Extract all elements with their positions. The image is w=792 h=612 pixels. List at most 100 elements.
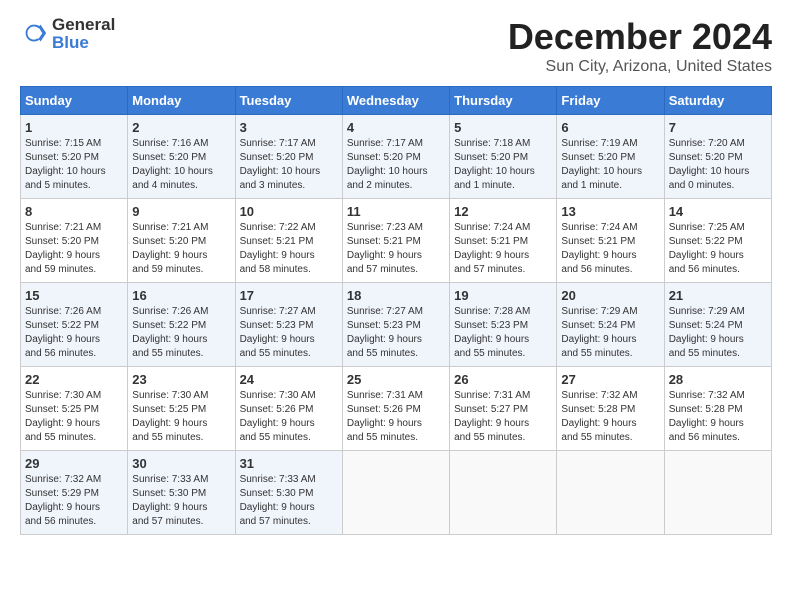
day-info: Sunrise: 7:32 AMSunset: 5:28 PMDaylight:… (561, 390, 637, 443)
header-day: Sunday (21, 87, 128, 115)
calendar-week-row: 1 Sunrise: 7:15 AMSunset: 5:20 PMDaylight… (21, 115, 772, 199)
day-number: 4 (347, 120, 445, 135)
calendar-cell: 7 Sunrise: 7:20 AMSunset: 5:20 PMDaylight… (664, 115, 771, 199)
day-info: Sunrise: 7:20 AMSunset: 5:20 PMDaylight:… (669, 138, 750, 191)
calendar-cell: 13Sunrise: 7:24 AMSunset: 5:21 PMDayligh… (557, 199, 664, 283)
calendar-week-row: 15 Sunrise: 7:26 AMSunset: 5:22 PMDayligh… (21, 283, 772, 367)
calendar-cell: 19Sunrise: 7:28 AMSunset: 5:23 PMDayligh… (450, 283, 557, 367)
day-number: 24 (240, 372, 338, 387)
day-number: 21 (669, 288, 767, 303)
day-info: Sunrise: 7:26 AMSunset: 5:22 PMDaylight:… (132, 306, 208, 359)
calendar-cell: 18 Sunrise: 7:27 AMSunset: 5:23 PMDayligh… (342, 283, 449, 367)
calendar-cell: 24 Sunrise: 7:30 AMSunset: 5:26 PMDayligh… (235, 367, 342, 451)
day-number: 26 (454, 372, 552, 387)
calendar-cell (342, 451, 449, 535)
day-info: Sunrise: 7:23 AMSunset: 5:21 PMDaylight:… (347, 222, 423, 275)
calendar-week-row: 29Sunrise: 7:32 AMSunset: 5:29 PMDayligh… (21, 451, 772, 535)
calendar-week-row: 8Sunrise: 7:21 AMSunset: 5:20 PMDaylight… (21, 199, 772, 283)
day-number: 10 (240, 204, 338, 219)
calendar-cell (557, 451, 664, 535)
day-number: 17 (240, 288, 338, 303)
calendar-cell: 21 Sunrise: 7:29 AMSunset: 5:24 PMDayligh… (664, 283, 771, 367)
header-day: Thursday (450, 87, 557, 115)
title-area: December 2024 Sun City, Arizona, United … (508, 16, 772, 76)
day-info: Sunrise: 7:33 AMSunset: 5:30 PMDaylight:… (132, 474, 208, 527)
day-number: 14 (669, 204, 767, 219)
day-number: 20 (561, 288, 659, 303)
day-number: 6 (561, 120, 659, 135)
day-info: Sunrise: 7:27 AMSunset: 5:23 PMDaylight:… (240, 306, 316, 359)
day-info: Sunrise: 7:15 AMSunset: 5:20 PMDaylight:… (25, 138, 106, 191)
calendar-cell: 17 Sunrise: 7:27 AMSunset: 5:23 PMDayligh… (235, 283, 342, 367)
day-info: Sunrise: 7:32 AMSunset: 5:29 PMDaylight:… (25, 474, 101, 527)
logo-text: General Blue (52, 16, 115, 52)
calendar-cell (664, 451, 771, 535)
day-info: Sunrise: 7:18 AMSunset: 5:20 PMDaylight:… (454, 138, 535, 191)
header-day: Wednesday (342, 87, 449, 115)
logo-blue: Blue (52, 33, 89, 52)
calendar-cell: 28 Sunrise: 7:32 AMSunset: 5:28 PMDayligh… (664, 367, 771, 451)
main-title: December 2024 (508, 16, 772, 58)
header-day: Monday (128, 87, 235, 115)
day-number: 22 (25, 372, 123, 387)
calendar-cell: 1 Sunrise: 7:15 AMSunset: 5:20 PMDaylight… (21, 115, 128, 199)
calendar-cell: 16 Sunrise: 7:26 AMSunset: 5:22 PMDayligh… (128, 283, 235, 367)
day-info: Sunrise: 7:22 AMSunset: 5:21 PMDaylight:… (240, 222, 316, 275)
header-day: Friday (557, 87, 664, 115)
calendar-cell: 2 Sunrise: 7:16 AMSunset: 5:20 PMDaylight… (128, 115, 235, 199)
day-number: 18 (347, 288, 445, 303)
day-info: Sunrise: 7:29 AMSunset: 5:24 PMDaylight:… (561, 306, 637, 359)
day-number: 25 (347, 372, 445, 387)
calendar-cell: 25Sunrise: 7:31 AMSunset: 5:26 PMDayligh… (342, 367, 449, 451)
day-number: 28 (669, 372, 767, 387)
day-number: 23 (132, 372, 230, 387)
day-info: Sunrise: 7:17 AMSunset: 5:20 PMDaylight:… (240, 138, 321, 191)
calendar-cell: 20 Sunrise: 7:29 AMSunset: 5:24 PMDayligh… (557, 283, 664, 367)
logo: General Blue (20, 16, 115, 52)
day-number: 3 (240, 120, 338, 135)
calendar-cell: 10 Sunrise: 7:22 AMSunset: 5:21 PMDayligh… (235, 199, 342, 283)
calendar-cell: 8Sunrise: 7:21 AMSunset: 5:20 PMDaylight… (21, 199, 128, 283)
calendar-cell: 23Sunrise: 7:30 AMSunset: 5:25 PMDayligh… (128, 367, 235, 451)
header-day: Saturday (664, 87, 771, 115)
day-number: 7 (669, 120, 767, 135)
day-number: 11 (347, 204, 445, 219)
day-info: Sunrise: 7:24 AMSunset: 5:21 PMDaylight:… (561, 222, 637, 275)
calendar-cell: 15Sunrise: 7:26 AMSunset: 5:22 PMDayligh… (21, 283, 128, 367)
calendar-cell (450, 451, 557, 535)
day-info: Sunrise: 7:24 AMSunset: 5:21 PMDaylight:… (454, 222, 530, 275)
day-number: 5 (454, 120, 552, 135)
calendar-cell: 6 Sunrise: 7:19 AMSunset: 5:20 PMDaylight… (557, 115, 664, 199)
header: General Blue December 2024 Sun City, Ari… (20, 16, 772, 76)
calendar-cell: 4 Sunrise: 7:17 AMSunset: 5:20 PMDaylight… (342, 115, 449, 199)
calendar-cell: 30Sunrise: 7:33 AMSunset: 5:30 PMDayligh… (128, 451, 235, 535)
logo-general: General (52, 15, 115, 34)
day-info: Sunrise: 7:17 AMSunset: 5:20 PMDaylight:… (347, 138, 428, 191)
calendar-cell: 12 Sunrise: 7:24 AMSunset: 5:21 PMDayligh… (450, 199, 557, 283)
day-number: 19 (454, 288, 552, 303)
day-number: 2 (132, 120, 230, 135)
day-number: 27 (561, 372, 659, 387)
day-number: 12 (454, 204, 552, 219)
day-info: Sunrise: 7:32 AMSunset: 5:28 PMDaylight:… (669, 390, 745, 443)
calendar-cell: 5 Sunrise: 7:18 AMSunset: 5:20 PMDaylight… (450, 115, 557, 199)
calendar-cell: 31Sunrise: 7:33 AMSunset: 5:30 PMDayligh… (235, 451, 342, 535)
day-info: Sunrise: 7:30 AMSunset: 5:25 PMDaylight:… (25, 390, 101, 443)
logo-icon (20, 20, 48, 48)
day-number: 16 (132, 288, 230, 303)
day-info: Sunrise: 7:29 AMSunset: 5:24 PMDaylight:… (669, 306, 745, 359)
day-number: 1 (25, 120, 123, 135)
day-info: Sunrise: 7:27 AMSunset: 5:23 PMDaylight:… (347, 306, 423, 359)
calendar-cell: 22 Sunrise: 7:30 AMSunset: 5:25 PMDayligh… (21, 367, 128, 451)
day-number: 9 (132, 204, 230, 219)
day-info: Sunrise: 7:25 AMSunset: 5:22 PMDaylight:… (669, 222, 745, 275)
header-day: Tuesday (235, 87, 342, 115)
day-number: 15 (25, 288, 123, 303)
day-info: Sunrise: 7:33 AMSunset: 5:30 PMDaylight:… (240, 474, 316, 527)
day-info: Sunrise: 7:16 AMSunset: 5:20 PMDaylight:… (132, 138, 213, 191)
day-info: Sunrise: 7:19 AMSunset: 5:20 PMDaylight:… (561, 138, 642, 191)
calendar-cell: 3 Sunrise: 7:17 AMSunset: 5:20 PMDaylight… (235, 115, 342, 199)
day-info: Sunrise: 7:30 AMSunset: 5:26 PMDaylight:… (240, 390, 316, 443)
subtitle: Sun City, Arizona, United States (508, 58, 772, 76)
calendar-cell: 11 Sunrise: 7:23 AMSunset: 5:21 PMDayligh… (342, 199, 449, 283)
